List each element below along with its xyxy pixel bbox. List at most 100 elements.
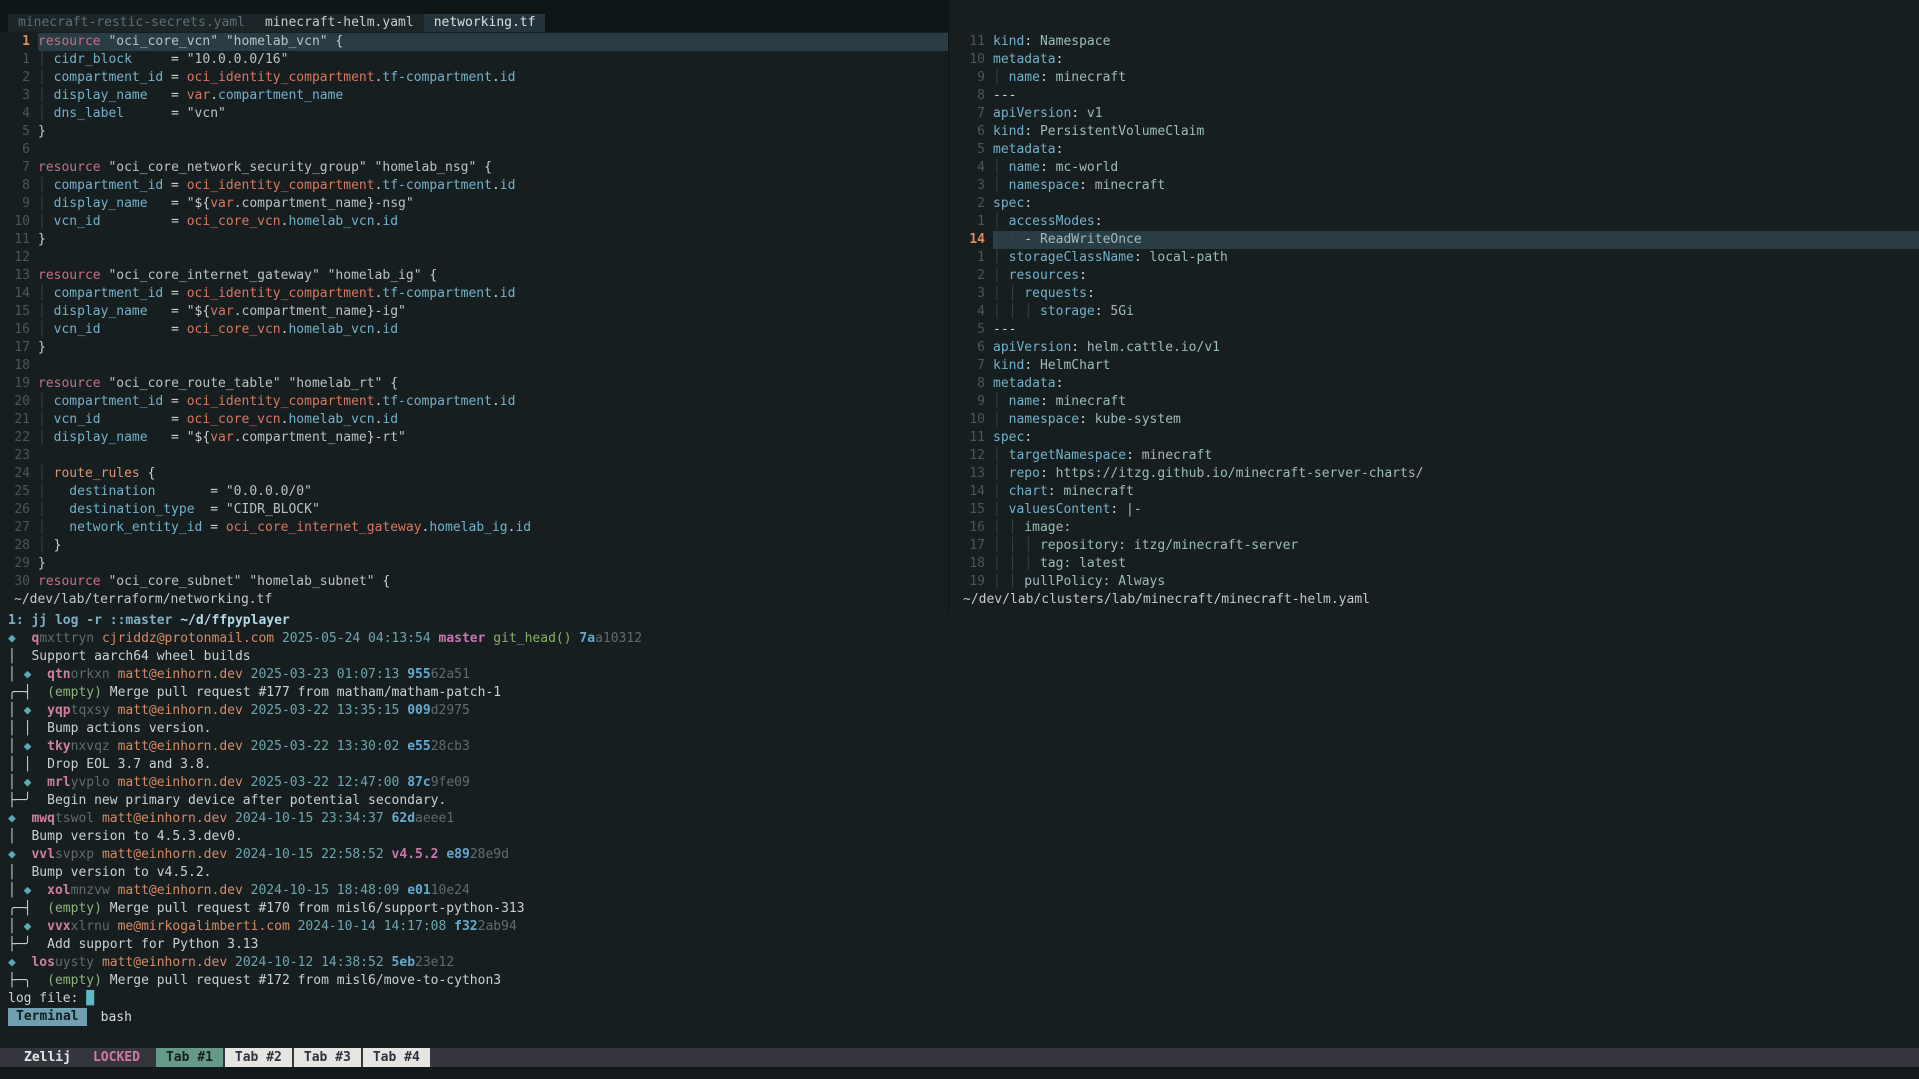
code-line[interactable]: 18 [0, 357, 948, 375]
code-line[interactable]: 5--- [949, 321, 1919, 339]
terminal-pane[interactable]: 1: jj log -r ::master ~/d/ffpyplayer◆ qm… [0, 612, 1919, 1008]
line-number: 25 [0, 483, 30, 501]
zellij-tab-2[interactable]: Tab #2 [225, 1048, 292, 1067]
code-line[interactable]: 19│ │ pullPolicy: Always [949, 573, 1919, 591]
code-line[interactable]: 14│ compartment_id = oci_identity_compar… [0, 285, 948, 303]
code-line[interactable]: 14│ │ - ReadWriteOnce [949, 231, 1919, 249]
code-line[interactable]: 10│ vcn_id = oci_core_vcn.homelab_vcn.id [0, 213, 948, 231]
window-item-terminal[interactable]: Terminal [8, 1008, 87, 1026]
text-segment: : [1079, 412, 1087, 427]
text-segment: │ [38, 520, 46, 535]
line-number: 6 [949, 123, 985, 141]
code-line[interactable]: 17} [0, 339, 948, 357]
code-line[interactable]: 9│ name: minecraft [949, 393, 1919, 411]
code-line[interactable]: 28│ } [0, 537, 948, 555]
code-line[interactable]: 10metadata: [949, 51, 1919, 69]
editor-pane-terraform[interactable]: 1resource "oci_core_vcn" "homelab_vcn" {… [0, 33, 948, 609]
text-segment: mc-world [1048, 160, 1118, 175]
code-line[interactable]: 15│ display_name = "${var.compartment_na… [0, 303, 948, 321]
code-line[interactable]: 23 [0, 447, 948, 465]
code-line[interactable]: 19resource "oci_core_route_table" "homel… [0, 375, 948, 393]
buffer-tab-minecraft-restic-secrets.yaml[interactable]: minecraft-restic-secrets.yaml [8, 14, 255, 32]
zellij-tab-3[interactable]: Tab #3 [294, 1048, 361, 1067]
editor-pane-yaml[interactable]: 11kind: Namespace10metadata:9│ name: min… [949, 33, 1919, 609]
terminal-log-line: ◆ losuysty matt@einhorn.dev 2024-10-12 1… [0, 954, 1919, 972]
code-line[interactable]: 4│ dns_label = "vcn" [0, 105, 948, 123]
code-line[interactable]: 9│ display_name = "${var.compartment_nam… [0, 195, 948, 213]
code-line[interactable]: 13│ repo: https://itzg.github.io/minecra… [949, 465, 1919, 483]
text-segment: Namespace [1032, 34, 1110, 49]
text-segment: yqp [47, 703, 70, 718]
text-segment: │ [993, 448, 1001, 463]
code-line[interactable]: 3│ display_name = var.compartment_name [0, 87, 948, 105]
buffer-tab-networking.tf[interactable]: networking.tf [424, 14, 546, 32]
code-line[interactable]: 13resource "oci_core_internet_gateway" "… [0, 267, 948, 285]
code-line[interactable]: 4│ │ │ storage: 5Gi [949, 303, 1919, 321]
code-line[interactable]: 21│ vcn_id = oci_core_vcn.homelab_vcn.id [0, 411, 948, 429]
code-line[interactable]: 8--- [949, 87, 1919, 105]
terminal-log-line: │ Bump version to v4.5.2. [0, 864, 1919, 882]
code-line[interactable]: 1│ cidr_block = "10.0.0.0/16" [0, 51, 948, 69]
code-line[interactable]: 2│ resources: [949, 267, 1919, 285]
code-line[interactable]: 26│ destination_type = "CIDR_BLOCK" [0, 501, 948, 519]
code-line[interactable]: 29} [0, 555, 948, 573]
code-line[interactable]: 7kind: HelmChart [949, 357, 1919, 375]
code-line[interactable]: 12 [0, 249, 948, 267]
code-line[interactable]: 6apiVersion: helm.cattle.io/v1 [949, 339, 1919, 357]
text-segment: │ [38, 106, 46, 121]
text-segment: tag: latest [1032, 556, 1126, 571]
zellij-tab-1[interactable]: Tab #1 [156, 1048, 223, 1067]
window-item-bash[interactable]: bash [101, 1010, 132, 1025]
code-line[interactable]: 16│ │ image: [949, 519, 1919, 537]
code-line[interactable]: 3│ namespace: minecraft [949, 177, 1919, 195]
text-segment: │ [38, 484, 46, 499]
code-line[interactable]: 11} [0, 231, 948, 249]
code-line[interactable]: 6 [0, 141, 948, 159]
code-line[interactable]: 2│ compartment_id = oci_identity_compart… [0, 69, 948, 87]
code-line[interactable]: 11spec: [949, 429, 1919, 447]
code-line[interactable]: 18│ │ │ tag: latest [949, 555, 1919, 573]
text-segment: valuesContent [1001, 502, 1111, 517]
code-line[interactable]: 12│ targetNamespace: minecraft [949, 447, 1919, 465]
code-line[interactable]: 24│ route_rules { [0, 465, 948, 483]
text-segment: repo [1001, 466, 1040, 481]
code-line[interactable]: 7apiVersion: v1 [949, 105, 1919, 123]
text-segment: d2975 [431, 703, 470, 718]
text-segment: : [1040, 160, 1048, 175]
buffer-tab-minecraft-helm.yaml[interactable]: minecraft-helm.yaml [255, 14, 424, 32]
text-segment: route_rules [46, 466, 140, 481]
text-segment: 2025-03-22 13:30:02 [251, 739, 400, 754]
code-line[interactable]: 25│ destination = "0.0.0.0/0" [0, 483, 948, 501]
code-line[interactable]: 7resource "oci_core_network_security_gro… [0, 159, 948, 177]
code-line[interactable]: 27│ network_entity_id = oci_core_interne… [0, 519, 948, 537]
code-line[interactable]: 22│ display_name = "${var.compartment_na… [0, 429, 948, 447]
terminal-input-line[interactable]: log file: █ [0, 990, 1919, 1008]
code-line[interactable]: 15│ valuesContent: |- [949, 501, 1919, 519]
code-line[interactable]: 6kind: PersistentVolumeClaim [949, 123, 1919, 141]
code-line[interactable]: 10│ namespace: kube-system [949, 411, 1919, 429]
code-line[interactable]: 1│ storageClassName: local-path [949, 249, 1919, 267]
text-segment: metadata [993, 376, 1056, 391]
code-line[interactable]: 5} [0, 123, 948, 141]
code-text: metadata: [993, 375, 1919, 393]
code-text: │ name: mc-world [993, 159, 1919, 177]
code-line[interactable]: 5metadata: [949, 141, 1919, 159]
code-line[interactable]: 20│ compartment_id = oci_identity_compar… [0, 393, 948, 411]
zellij-tab-4[interactable]: Tab #4 [363, 1048, 430, 1067]
code-line[interactable]: 14│ chart: minecraft [949, 483, 1919, 501]
code-line[interactable]: 2spec: [949, 195, 1919, 213]
code-line[interactable]: 17│ │ │ repository: itzg/minecraft-serve… [949, 537, 1919, 555]
code-line[interactable]: 8│ compartment_id = oci_identity_compart… [0, 177, 948, 195]
code-line[interactable]: 9│ name: minecraft [949, 69, 1919, 87]
code-line[interactable]: 11kind: Namespace [949, 33, 1919, 51]
code-line[interactable]: 8metadata: [949, 375, 1919, 393]
code-line[interactable]: 4│ name: mc-world [949, 159, 1919, 177]
code-line[interactable]: 30resource "oci_core_subnet" "homelab_su… [0, 573, 948, 591]
code-line[interactable]: 3│ │ requests: [949, 285, 1919, 303]
text-segment: tf-compartment [382, 286, 492, 301]
code-line[interactable]: 1resource "oci_core_vcn" "homelab_vcn" { [0, 33, 948, 51]
code-line[interactable]: 1│ accessModes: [949, 213, 1919, 231]
code-line[interactable]: 16│ vcn_id = oci_core_vcn.homelab_vcn.id [0, 321, 948, 339]
code-text: │ │ - ReadWriteOnce [993, 231, 1919, 249]
text-segment: 10e24 [431, 883, 470, 898]
